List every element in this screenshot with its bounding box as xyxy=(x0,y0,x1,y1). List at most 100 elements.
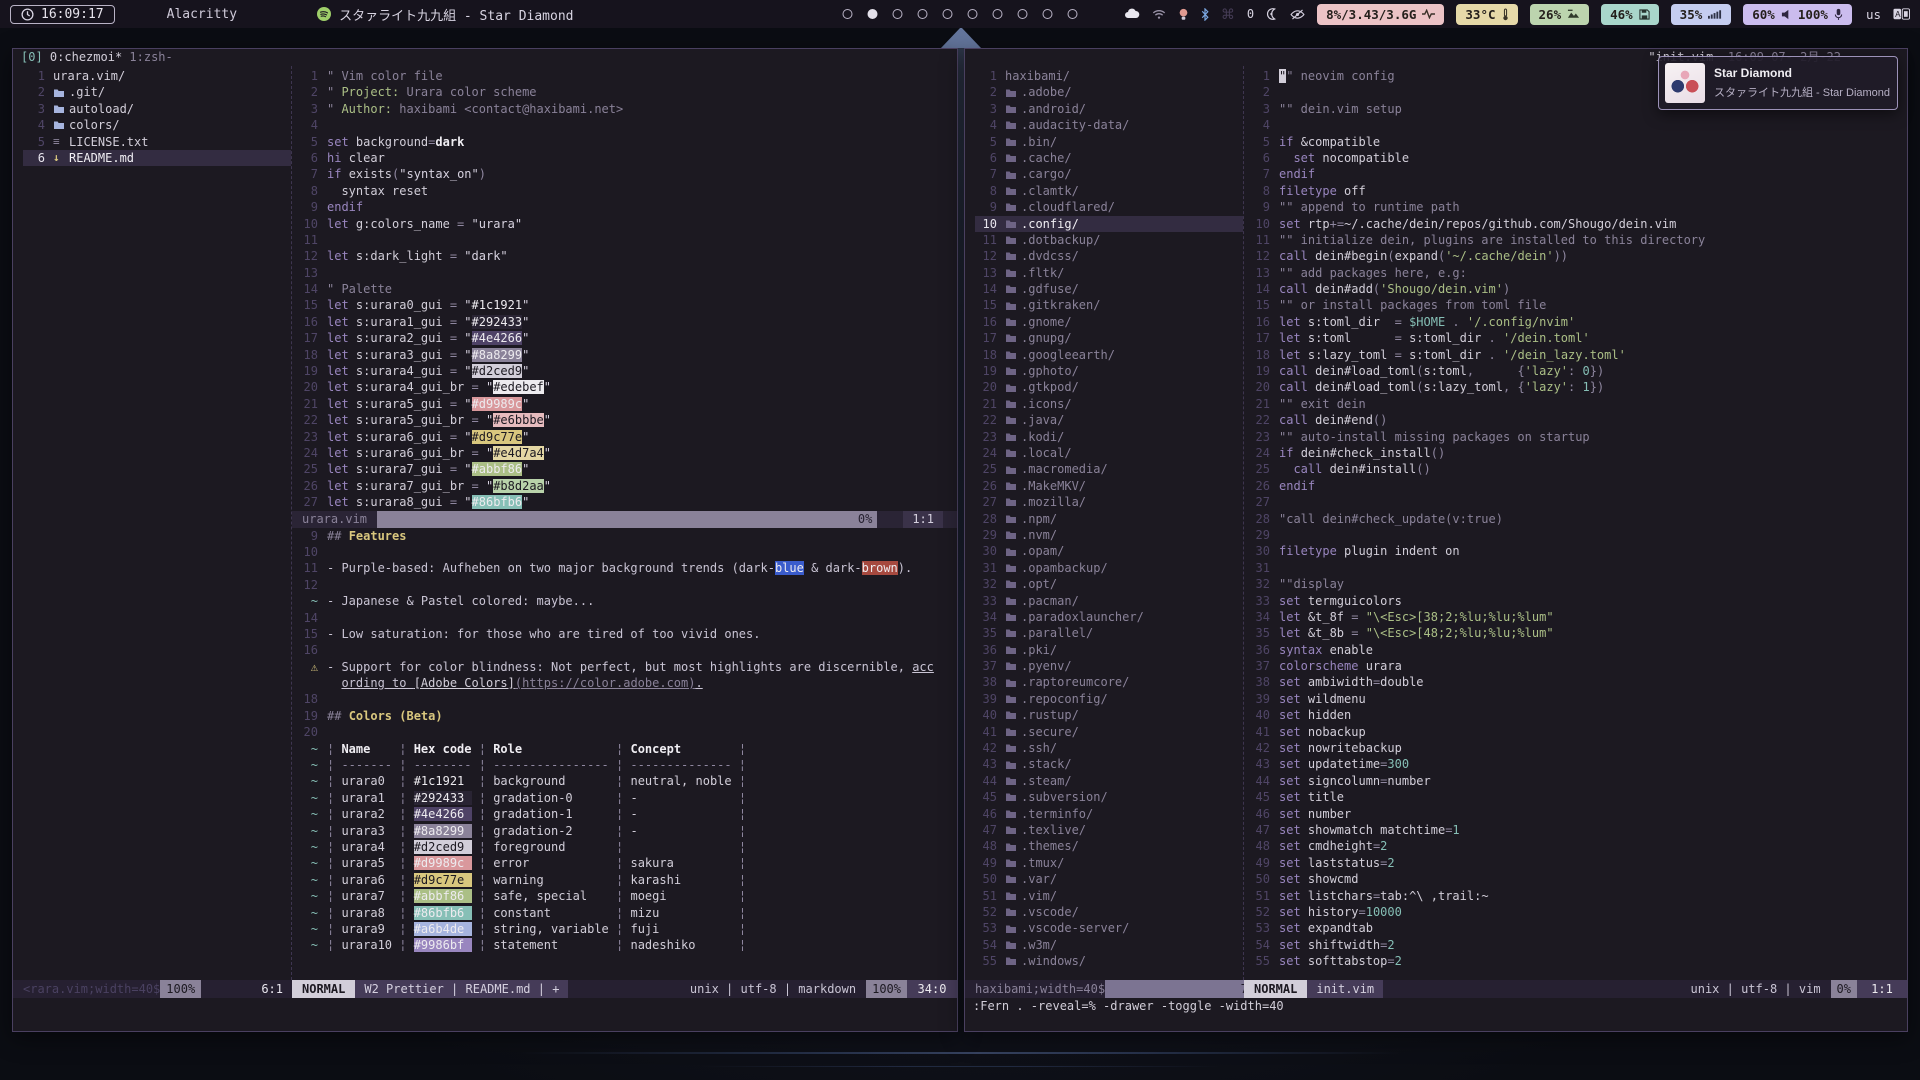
code-line[interactable]: 46set number xyxy=(1244,806,1907,822)
tree-item--vscode-server-[interactable]: 53.vscode-server/ xyxy=(975,920,1243,936)
workspace-dot-1[interactable] xyxy=(843,9,853,19)
tree-item--themes-[interactable]: 48.themes/ xyxy=(975,838,1243,854)
code-line[interactable]: 12call dein#begin(expand('~/.cache/dein'… xyxy=(1244,248,1907,264)
code-line[interactable]: 52set history=10000 xyxy=(1244,904,1907,920)
code-line[interactable]: 26let s:urara7_gui_br = "#b8d2aa" xyxy=(292,478,957,494)
code-line[interactable]: 5set background=dark xyxy=(292,134,957,150)
code-line[interactable]: 14call dein#add('Shougo/dein.vim') xyxy=(1244,281,1907,297)
code-line[interactable]: 47set showmatch matchtime=1 xyxy=(1244,822,1907,838)
code-line[interactable]: 36syntax enable xyxy=(1244,642,1907,658)
tree-item--gnupg-[interactable]: 17.gnupg/ xyxy=(975,330,1243,346)
cmdline-area-left[interactable] xyxy=(13,998,957,1031)
tree-item--gitkraken-[interactable]: 15.gitkraken/ xyxy=(975,297,1243,313)
tree-item--raptoreumcore-[interactable]: 38.raptoreumcore/ xyxy=(975,674,1243,690)
code-line[interactable]: ording to [Adobe Colors](https://color.a… xyxy=(292,675,957,691)
code-line[interactable]: 8filetype off xyxy=(1244,183,1907,199)
code-line[interactable]: 7if exists("syntax_on") xyxy=(292,166,957,182)
code-line[interactable]: 11- Purple-based: Aufheben on two major … xyxy=(292,560,957,576)
code-line[interactable]: 27 xyxy=(1244,494,1907,510)
code-line[interactable]: 50set showcmd xyxy=(1244,871,1907,887)
tree-item--nvm-[interactable]: 29.nvm/ xyxy=(975,527,1243,543)
code-line[interactable]: 8 syntax reset xyxy=(292,183,957,199)
code-line[interactable]: 4 xyxy=(1244,117,1907,133)
keyboard-layout-label[interactable]: us xyxy=(1866,7,1881,22)
tree-item--git-[interactable]: 2.git/ xyxy=(23,84,291,100)
code-line[interactable]: 31 xyxy=(1244,560,1907,576)
code-line[interactable]: 43set updatetime=300 xyxy=(1244,756,1907,772)
tree-item--icons-[interactable]: 21.icons/ xyxy=(975,396,1243,412)
code-line[interactable]: 29 xyxy=(1244,527,1907,543)
now-playing-notification[interactable]: Star Diamond スタァライト九九組 - Star Diamond xyxy=(1658,56,1898,110)
tree-item--gnome-[interactable]: 16.gnome/ xyxy=(975,314,1243,330)
code-line[interactable]: 45set title xyxy=(1244,789,1907,805)
code-line[interactable]: 7endif xyxy=(1244,166,1907,182)
tmux-window-2[interactable]: 1:zsh- xyxy=(129,50,172,64)
tree-item--macromedia-[interactable]: 25.macromedia/ xyxy=(975,461,1243,477)
tree-item-README-md[interactable]: 6↓README.md xyxy=(23,150,291,166)
tree-item--texlive-[interactable]: 47.texlive/ xyxy=(975,822,1243,838)
code-line[interactable]: 24let s:urara6_gui_br = "#e4d7a4" xyxy=(292,445,957,461)
code-line[interactable]: 49set laststatus=2 xyxy=(1244,855,1907,871)
code-line[interactable]: ~¦ urara3 ¦ #8a8299 ¦ gradation-2 ¦ - ¦ xyxy=(292,823,957,839)
code-line[interactable]: 16let s:toml_dir = $HOME . '/.config/nvi… xyxy=(1244,314,1907,330)
code-line[interactable]: 22let s:urara5_gui_br = "#e6bbbe" xyxy=(292,412,957,428)
workspace-dot-5[interactable] xyxy=(943,9,953,19)
code-line[interactable]: 2" Project: Urara color scheme xyxy=(292,84,957,100)
code-line[interactable]: ~¦ ------- ¦ -------- ¦ ----------------… xyxy=(292,757,957,773)
tree-item-LICENSE-txt[interactable]: 5≡LICENSE.txt xyxy=(23,134,291,150)
code-line[interactable]: 38set ambiwidth=double xyxy=(1244,674,1907,690)
tree-item--opt-[interactable]: 32.opt/ xyxy=(975,576,1243,592)
cloud-icon[interactable] xyxy=(1124,8,1140,20)
tree-item--vim-[interactable]: 51.vim/ xyxy=(975,888,1243,904)
code-line[interactable]: ~¦ urara9 ¦ #a6b4de ¦ string, variable ¦… xyxy=(292,921,957,937)
tree-item--steam-[interactable]: 44.steam/ xyxy=(975,773,1243,789)
code-line[interactable]: 30filetype plugin indent on xyxy=(1244,543,1907,559)
code-line[interactable]: 22call dein#end() xyxy=(1244,412,1907,428)
code-line[interactable]: 10 xyxy=(292,544,957,560)
code-line[interactable]: ~¦ urara6 ¦ #d9c77e ¦ warning ¦ karashi … xyxy=(292,872,957,888)
code-line[interactable]: 3" Author: haxibami <contact@haxibami.ne… xyxy=(292,101,957,117)
tree-item-urara-vim-[interactable]: 1urara.vim/ xyxy=(23,68,291,84)
tree-item--npm-[interactable]: 28.npm/ xyxy=(975,511,1243,527)
tree-item--w3m-[interactable]: 54.w3m/ xyxy=(975,937,1243,953)
tree-item--audacity-data-[interactable]: 4.audacity-data/ xyxy=(975,117,1243,133)
terminal-window-right[interactable]: "init.vim 16:09 07- 2月-22 1haxibami/2.ad… xyxy=(964,48,1908,1032)
tree-item--pacman-[interactable]: 33.pacman/ xyxy=(975,593,1243,609)
code-line[interactable]: 13 xyxy=(292,265,957,281)
bulb-icon[interactable] xyxy=(1178,8,1189,21)
code-line[interactable]: 9"" append to runtime path xyxy=(1244,199,1907,215)
audio-badge[interactable]: 60% 100% xyxy=(1743,4,1852,25)
tree-item--dvdcss-[interactable]: 12.dvdcss/ xyxy=(975,248,1243,264)
code-line[interactable]: 11"" initialize dein, plugins are instal… xyxy=(1244,232,1907,248)
code-line[interactable]: ~¦ urara0 ¦ #1c1921 ¦ background ¦ neutr… xyxy=(292,773,957,789)
eye-slash-icon[interactable] xyxy=(1290,9,1305,20)
command-key-icon[interactable]: ⌘ xyxy=(1221,6,1235,23)
tree-item--MakeMKV-[interactable]: 26.MakeMKV/ xyxy=(975,478,1243,494)
tree-item--gdfuse-[interactable]: 14.gdfuse/ xyxy=(975,281,1243,297)
tree-item--dotbackup-[interactable]: 11.dotbackup/ xyxy=(975,232,1243,248)
signal-badge[interactable]: 35% xyxy=(1671,4,1732,25)
code-line[interactable]: 23"" auto-install missing packages on st… xyxy=(1244,429,1907,445)
input-method-icon[interactable]: A xyxy=(1893,8,1910,20)
tree-item--clamtk-[interactable]: 8.clamtk/ xyxy=(975,183,1243,199)
code-line[interactable]: 37colorscheme urara xyxy=(1244,658,1907,674)
tree-item-autoload-[interactable]: 3autoload/ xyxy=(23,101,291,117)
code-line[interactable]: 34let &t_8f = "\<Esc>[38;2;%lu;%lu;%lum" xyxy=(1244,609,1907,625)
code-line[interactable]: 26endif xyxy=(1244,478,1907,494)
code-line[interactable]: 15- Low saturation: for those who are ti… xyxy=(292,626,957,642)
code-line[interactable]: 53set expandtab xyxy=(1244,920,1907,936)
code-line[interactable]: 15let s:urara0_gui = "#1c1921" xyxy=(292,297,957,313)
code-line[interactable]: 9endif xyxy=(292,199,957,215)
code-line[interactable]: 10let g:colors_name = "urara" xyxy=(292,216,957,232)
tree-item--cloudflared-[interactable]: 9.cloudflared/ xyxy=(975,199,1243,215)
tree-item-haxibami-[interactable]: 1haxibami/ xyxy=(975,68,1243,84)
tree-item--windows-[interactable]: 55.windows/ xyxy=(975,953,1243,969)
terminal-window-left[interactable]: [0] 0:chezmoi* 1:zsh- 1urara.vim/2.git/3… xyxy=(12,48,958,1032)
tree-item--ssh-[interactable]: 42.ssh/ xyxy=(975,740,1243,756)
code-line[interactable]: 6hi clear xyxy=(292,150,957,166)
code-line[interactable]: 17let s:urara2_gui = "#4e4266" xyxy=(292,330,957,346)
workspace-dot-6[interactable] xyxy=(968,9,978,19)
code-line[interactable]: 33set termguicolors xyxy=(1244,593,1907,609)
code-line[interactable]: 40set hidden xyxy=(1244,707,1907,723)
code-line[interactable]: 54set shiftwidth=2 xyxy=(1244,937,1907,953)
